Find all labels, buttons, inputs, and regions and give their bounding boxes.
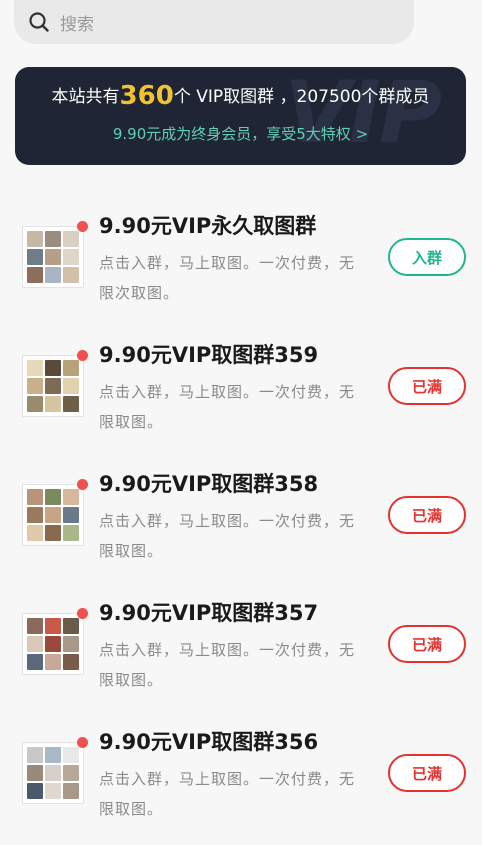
- search-placeholder: 搜索: [60, 14, 94, 35]
- thumbnail-cell: [27, 783, 43, 799]
- banner-suffix: 个 VIP取图群 ，207500个群成员: [173, 87, 430, 107]
- thumbnail-cell: [45, 618, 61, 634]
- unread-dot-icon: [77, 350, 88, 361]
- thumbnail-cell: [27, 765, 43, 781]
- thumbnail-cell: [27, 489, 43, 505]
- group-list-item[interactable]: 9.90元VIP取图群358 点击入群，马上取图。一次付费，无限取图。 已满: [0, 458, 482, 587]
- group-list-item[interactable]: 9.90元VIP取图群359 点击入群，马上取图。一次付费，无限取图。 已满: [0, 329, 482, 458]
- group-list-item[interactable]: 9.90元VIP取图群357 点击入群，马上取图。一次付费，无限取图。 已满: [0, 587, 482, 716]
- group-avatar: [22, 484, 84, 546]
- group-title: 9.90元VIP取图群357: [99, 601, 319, 625]
- thumbnail-cell: [63, 507, 79, 523]
- thumbnail-cell: [63, 636, 79, 652]
- unread-dot-icon: [77, 737, 88, 748]
- group-description: 点击入群，马上取图。一次付费，无限取图。: [99, 641, 356, 689]
- banner-prefix: 本站共有: [51, 87, 120, 107]
- unread-dot-icon: [77, 608, 88, 619]
- thumbnail-cell: [45, 783, 61, 799]
- group-avatar: [22, 226, 84, 288]
- thumbnail-cell: [45, 267, 61, 283]
- unread-dot-icon: [77, 221, 88, 232]
- group-avatar: [22, 355, 84, 417]
- thumbnail-cell: [63, 396, 79, 412]
- join-group-button[interactable]: 入群: [388, 238, 466, 276]
- banner-stats: 本站共有360个 VIP取图群 ，207500个群成员: [15, 81, 466, 111]
- group-list: 9.90元VIP永久取图群 点击入群，马上取图。一次付费，无限次取图。 入群 9…: [0, 200, 482, 845]
- thumbnail-cell: [45, 249, 61, 265]
- group-full-button[interactable]: 已满: [388, 496, 466, 534]
- thumbnail-cell: [45, 636, 61, 652]
- thumbnail-cell: [27, 396, 43, 412]
- thumbnail-cell: [63, 765, 79, 781]
- thumbnail-cell: [45, 507, 61, 523]
- group-avatar: [22, 613, 84, 675]
- thumbnail-cell: [45, 231, 61, 247]
- thumbnail-cell: [45, 525, 61, 541]
- thumbnail-cell: [63, 378, 79, 394]
- thumbnail-cell: [27, 618, 43, 634]
- group-description: 点击入群，马上取图。一次付费，无限取图。: [99, 770, 356, 818]
- thumbnail-cell: [63, 618, 79, 634]
- group-full-button[interactable]: 已满: [388, 754, 466, 792]
- thumbnail-cell: [45, 489, 61, 505]
- group-avatar: [22, 742, 84, 804]
- thumbnail-cell: [45, 765, 61, 781]
- thumbnail-cell: [27, 507, 43, 523]
- thumbnail-cell: [45, 396, 61, 412]
- group-list-item[interactable]: 9.90元VIP永久取图群 点击入群，马上取图。一次付费，无限次取图。 入群: [0, 200, 482, 329]
- thumbnail-cell: [63, 654, 79, 670]
- thumbnail-cell: [63, 783, 79, 799]
- search-bar[interactable]: 搜索: [14, 0, 414, 44]
- group-description: 点击入群，马上取图。一次付费，无限取图。: [99, 383, 356, 431]
- thumbnail-cell: [45, 360, 61, 376]
- thumbnail-cell: [27, 378, 43, 394]
- search-icon: [29, 12, 49, 32]
- group-count: 360: [119, 81, 174, 111]
- group-title: 9.90元VIP取图群356: [99, 730, 319, 754]
- group-full-button[interactable]: 已满: [388, 367, 466, 405]
- thumbnail-cell: [45, 747, 61, 763]
- thumbnail-cell: [63, 525, 79, 541]
- thumbnail-cell: [63, 489, 79, 505]
- thumbnail-cell: [27, 249, 43, 265]
- thumbnail-cell: [27, 360, 43, 376]
- thumbnail-cell: [27, 525, 43, 541]
- group-description: 点击入群，马上取图。一次付费，无限次取图。: [99, 254, 356, 302]
- thumbnail-cell: [45, 378, 61, 394]
- vip-banner[interactable]: VIP 本站共有360个 VIP取图群 ，207500个群成员 9.90元成为终…: [15, 67, 466, 165]
- thumbnail-cell: [63, 267, 79, 283]
- thumbnail-cell: [27, 231, 43, 247]
- thumbnail-cell: [27, 267, 43, 283]
- thumbnail-cell: [63, 747, 79, 763]
- membership-link[interactable]: 9.90元成为终身会员，享受5大特权 >: [15, 123, 466, 144]
- unread-dot-icon: [77, 479, 88, 490]
- thumbnail-cell: [63, 249, 79, 265]
- thumbnail-cell: [45, 654, 61, 670]
- group-title: 9.90元VIP取图群359: [99, 343, 319, 367]
- group-title: 9.90元VIP取图群358: [99, 472, 319, 496]
- thumbnail-cell: [27, 636, 43, 652]
- thumbnail-cell: [27, 747, 43, 763]
- thumbnail-cell: [63, 360, 79, 376]
- thumbnail-cell: [27, 654, 43, 670]
- group-title: 9.90元VIP永久取图群: [99, 214, 317, 238]
- group-description: 点击入群，马上取图。一次付费，无限取图。: [99, 512, 356, 560]
- group-full-button[interactable]: 已满: [388, 625, 466, 663]
- thumbnail-cell: [63, 231, 79, 247]
